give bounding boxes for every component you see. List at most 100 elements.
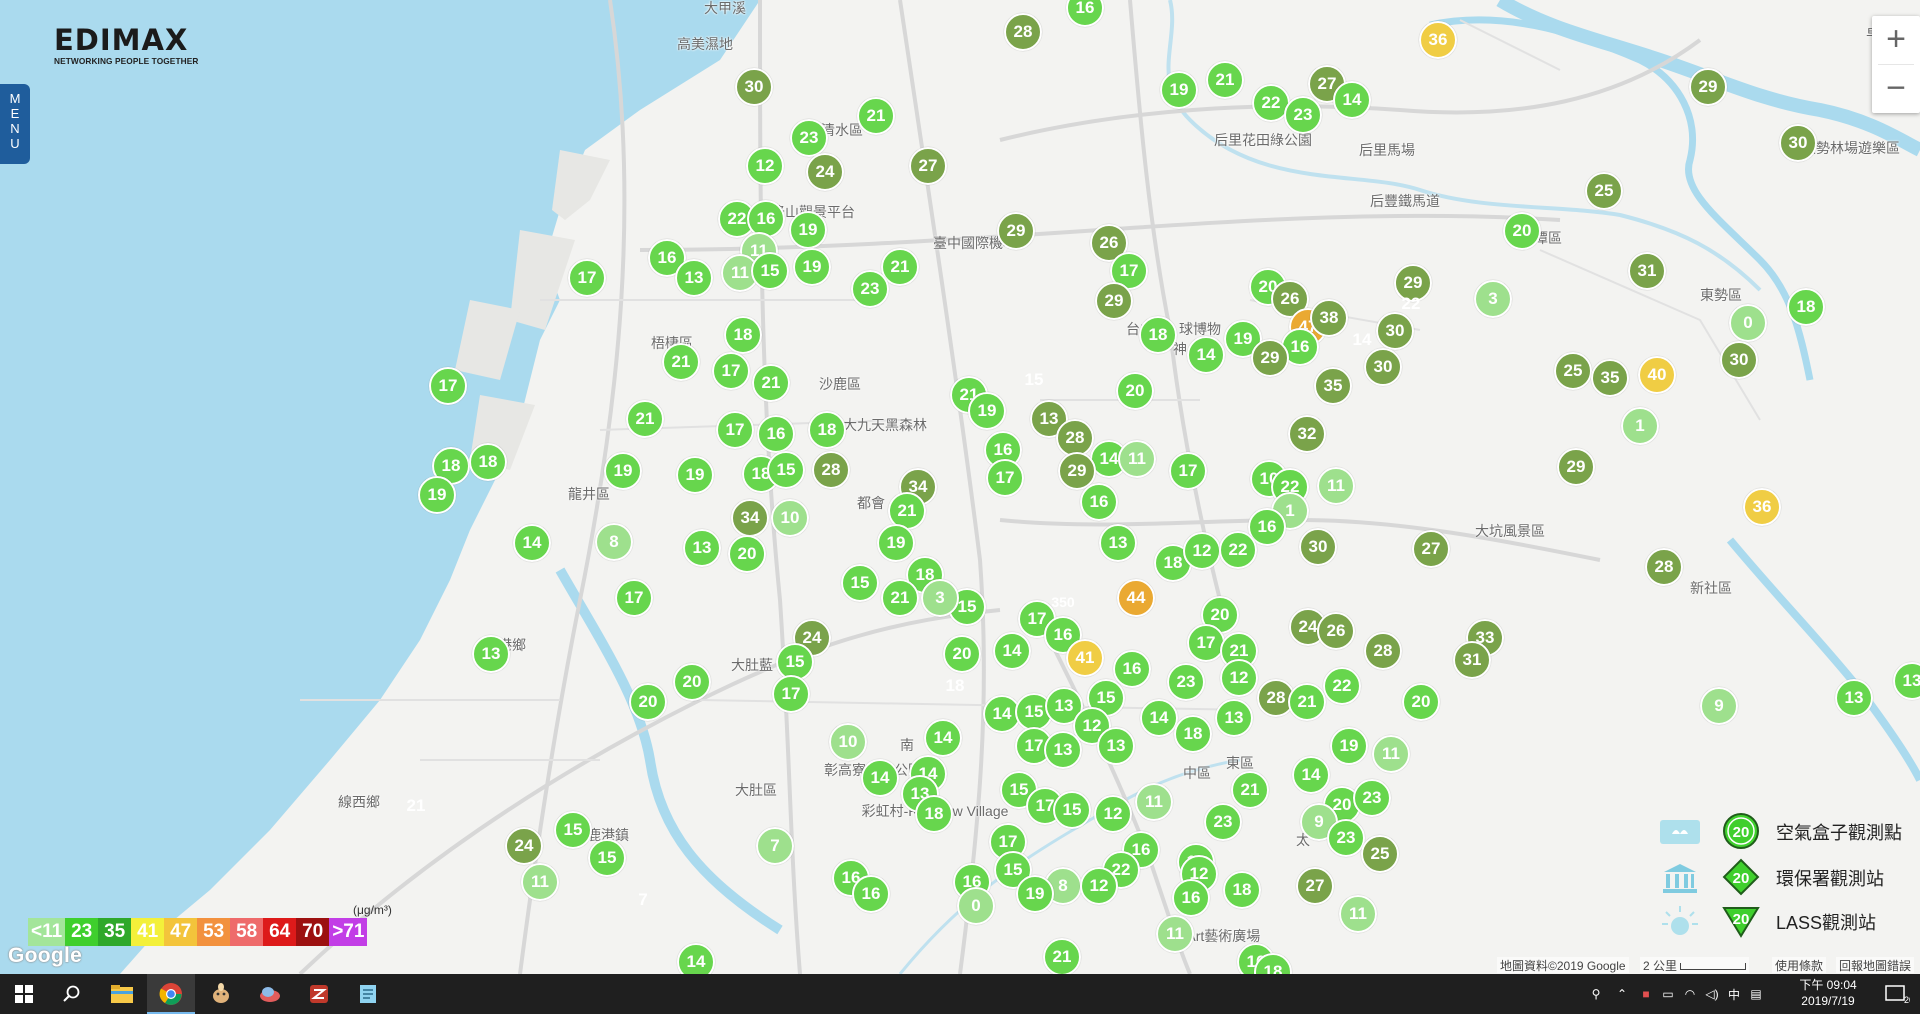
airbox-station-marker[interactable]: 17 <box>568 259 606 297</box>
airbox-station-marker[interactable]: 21 <box>752 364 790 402</box>
airbox-station-marker[interactable]: 18 <box>1787 288 1825 326</box>
airbox-station-marker[interactable]: 28 <box>1645 548 1683 586</box>
airbox-station-marker[interactable]: 11 <box>521 863 559 901</box>
epa-station-marker[interactable]: 14 <box>1344 322 1380 358</box>
airbox-station-marker[interactable]: 16 <box>757 415 795 453</box>
airbox-station-marker[interactable]: 32 <box>1288 415 1326 453</box>
airbox-station-marker[interactable]: 11 <box>1118 440 1156 478</box>
taskbar-clock[interactable]: 下午 09:04 2019/7/19 <box>1791 977 1865 1009</box>
airbox-station-marker[interactable]: 13 <box>1215 699 1253 737</box>
airbox-station-marker[interactable]: 13 <box>472 635 510 673</box>
airbox-station-marker[interactable]: 21 <box>1043 938 1081 974</box>
airbox-station-marker[interactable]: 29 <box>1251 339 1289 377</box>
people-icon[interactable]: ⚲ <box>1583 987 1609 1001</box>
wifi-icon[interactable]: ◠ <box>1679 987 1701 1001</box>
airbox-station-marker[interactable]: 17 <box>1187 624 1225 662</box>
airbox-station-marker[interactable]: 19 <box>604 452 642 490</box>
airbox-station-marker[interactable]: 21 <box>1231 771 1269 809</box>
epa-station-marker[interactable]: 21 <box>398 788 434 824</box>
airbox-station-marker[interactable]: 28 <box>812 451 850 489</box>
airbox-station-marker[interactable]: 44 <box>1117 579 1155 617</box>
airbox-station-marker[interactable]: 35 <box>1314 367 1352 405</box>
airbox-station-marker[interactable]: 23 <box>1353 779 1391 817</box>
airbox-station-marker[interactable]: 30 <box>1299 528 1337 566</box>
airbox-station-marker[interactable]: 15 <box>1053 791 1091 829</box>
taskbar-app-red[interactable] <box>295 974 343 1014</box>
airbox-station-marker[interactable]: 10 <box>771 499 809 537</box>
airbox-station-marker[interactable]: 1 <box>1621 407 1659 445</box>
airbox-station-marker[interactable]: 35 <box>1591 359 1629 397</box>
airbox-station-marker[interactable]: 19 <box>1330 727 1368 765</box>
airbox-station-marker[interactable]: 11 <box>1156 915 1194 953</box>
airbox-station-marker[interactable]: 26 <box>1317 612 1355 650</box>
airbox-station-marker[interactable]: 11 <box>1135 783 1173 821</box>
airbox-station-marker[interactable]: 38 <box>1310 299 1348 337</box>
airbox-station-marker[interactable]: 21 <box>881 579 919 617</box>
airbox-station-marker[interactable]: 24 <box>505 827 543 865</box>
airbox-station-marker[interactable]: 12 <box>1080 867 1118 905</box>
airbox-station-marker[interactable]: 21 <box>857 97 895 135</box>
security-icon[interactable]: ■ <box>1635 987 1657 1001</box>
airbox-station-marker[interactable]: 12 <box>746 147 784 185</box>
airbox-station-marker[interactable]: 20 <box>629 683 667 721</box>
volume-icon[interactable]: ◁) <box>1701 987 1723 1001</box>
airbox-station-marker[interactable]: 31 <box>1628 252 1666 290</box>
chevron-up-icon[interactable]: ⌃ <box>1609 987 1635 1001</box>
airbox-station-marker[interactable]: 14 <box>993 632 1031 670</box>
taskbar-chrome[interactable] <box>147 974 195 1014</box>
start-button[interactable] <box>0 974 48 1014</box>
taskbar-file-explorer[interactable] <box>98 974 146 1014</box>
airbox-station-marker[interactable]: 15 <box>841 564 879 602</box>
menu-toggle-button[interactable]: MENU <box>0 84 30 164</box>
airbox-station-marker[interactable]: 23 <box>1167 663 1205 701</box>
airbox-station-marker[interactable]: 29 <box>1557 448 1595 486</box>
airbox-station-marker[interactable]: 13 <box>1097 727 1135 765</box>
airbox-station-marker[interactable]: 28 <box>1364 632 1402 670</box>
airbox-station-marker[interactable]: 14 <box>924 719 962 757</box>
map-viewport[interactable]: 大甲溪高美濕地清水區鰲峰山觀景平台臺中國際機場梧棲區沙鹿區龍井區都會大肚藍大肚區… <box>0 0 1920 974</box>
airbox-station-marker[interactable]: 31 <box>1453 641 1491 679</box>
airbox-station-marker[interactable]: 19 <box>1016 875 1054 913</box>
lass-station-marker[interactable]: 22 <box>1391 291 1431 325</box>
airbox-station-marker[interactable]: 12 <box>1183 532 1221 570</box>
airbox-station-marker[interactable]: 18 <box>915 795 953 833</box>
airbox-station-marker[interactable]: 27 <box>1412 530 1450 568</box>
airbox-station-marker[interactable]: 20 <box>1116 372 1154 410</box>
airbox-station-marker[interactable]: 21 <box>1206 61 1244 99</box>
airbox-station-marker[interactable]: 19 <box>418 476 456 514</box>
airbox-station-marker[interactable]: 11 <box>1372 735 1410 773</box>
airbox-station-marker[interactable]: 17 <box>772 675 810 713</box>
airbox-station-marker[interactable]: 16 <box>852 875 890 913</box>
airbox-station-marker[interactable]: 14 <box>861 759 899 797</box>
airbox-station-marker[interactable]: 3 <box>1474 280 1512 318</box>
lass-station-marker[interactable]: 7 <box>623 887 663 921</box>
report-error-link[interactable]: 回報地圖錯誤 <box>1836 957 1915 973</box>
airbox-station-marker[interactable]: 14 <box>513 524 551 562</box>
airbox-station-marker[interactable]: 25 <box>1585 172 1623 210</box>
airbox-station-marker[interactable]: 36 <box>1743 488 1781 526</box>
airbox-station-marker[interactable]: 15 <box>751 252 789 290</box>
airbox-station-marker[interactable]: 28 <box>1004 13 1042 51</box>
airbox-station-marker[interactable]: 17 <box>716 411 754 449</box>
airbox-station-marker[interactable]: 18 <box>1174 715 1212 753</box>
airbox-station-marker[interactable]: 23 <box>1204 803 1242 841</box>
airbox-station-marker[interactable]: 14 <box>1140 699 1178 737</box>
airbox-station-marker[interactable]: 13 <box>675 259 713 297</box>
airbox-station-marker[interactable]: 0 <box>957 887 995 925</box>
airbox-station-marker[interactable]: 11 <box>1317 467 1355 505</box>
zoom-in-button[interactable]: + <box>1872 16 1920 64</box>
airbox-station-marker[interactable]: 29 <box>997 212 1035 250</box>
airbox-station-marker[interactable]: 22 <box>1323 667 1361 705</box>
airbox-station-marker[interactable]: 36 <box>1419 21 1457 59</box>
airbox-station-marker[interactable]: 9 <box>1700 687 1738 725</box>
airbox-station-marker[interactable]: 15 <box>554 811 592 849</box>
airbox-station-marker[interactable]: 18 <box>1139 316 1177 354</box>
airbox-station-marker[interactable]: 19 <box>1160 71 1198 109</box>
airbox-station-marker[interactable]: 17 <box>1169 452 1207 490</box>
airbox-station-marker[interactable]: 21 <box>626 400 664 438</box>
airbox-station-marker[interactable]: 16 <box>1080 483 1118 521</box>
airbox-station-marker[interactable]: 34 <box>731 499 769 537</box>
airbox-station-marker[interactable]: 20 <box>1402 683 1440 721</box>
airbox-station-marker[interactable]: 40 <box>1638 356 1676 394</box>
airbox-station-marker[interactable]: 8 <box>595 523 633 561</box>
